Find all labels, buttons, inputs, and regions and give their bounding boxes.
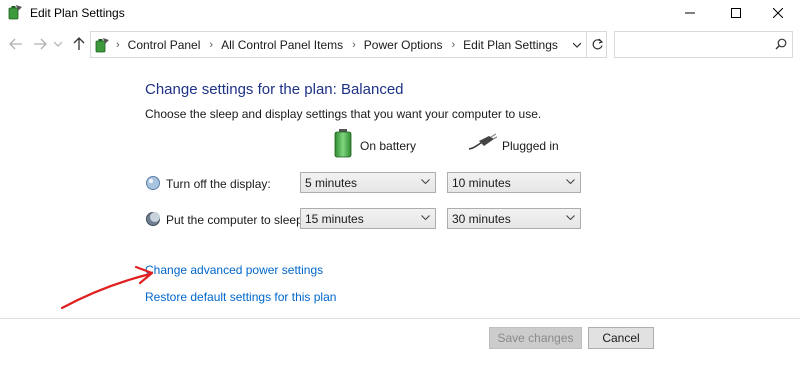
edit-plan-settings-window: Edit Plan Settings › Control Panel › All… [0, 0, 800, 392]
chevron-down-icon [573, 42, 581, 48]
chevron-down-icon [421, 215, 430, 221]
search-icon[interactable] [775, 38, 787, 53]
display-off-battery-select[interactable]: 5 minutes [300, 172, 436, 193]
navigation-bar: › Control Panel › All Control Panel Item… [0, 28, 800, 62]
recent-locations-button[interactable] [52, 35, 64, 53]
breadcrumb-separator-icon[interactable]: › [116, 39, 120, 51]
column-on-battery: On battery [360, 139, 417, 153]
breadcrumb-edit-plan-settings[interactable]: Edit Plan Settings [463, 38, 558, 52]
back-button[interactable] [7, 35, 25, 53]
maximize-icon [731, 8, 741, 18]
battery-icon [333, 128, 353, 161]
sleep-plugged-select[interactable]: 30 minutes [447, 208, 581, 229]
up-arrow-icon [73, 37, 85, 50]
display-off-plugged-select[interactable]: 10 minutes [447, 172, 581, 193]
annotation-arrow-icon [60, 265, 154, 310]
refresh-icon [592, 38, 603, 50]
close-button[interactable] [756, 0, 800, 26]
advanced-power-settings-link[interactable]: Change advanced power settings [145, 263, 323, 277]
breadcrumb-separator-icon[interactable]: › [209, 39, 213, 51]
footer-divider [0, 318, 800, 319]
breadcrumb-separator-icon[interactable]: › [352, 39, 356, 51]
restore-defaults-link[interactable]: Restore default settings for this plan [145, 290, 336, 304]
minimize-icon [685, 12, 695, 14]
breadcrumb-separator-icon[interactable]: › [452, 39, 456, 51]
sleep-label: Put the computer to sleep: [166, 213, 307, 227]
page-description: Choose the sleep and display settings th… [145, 107, 542, 121]
forward-arrow-icon [34, 38, 47, 50]
save-changes-button[interactable]: Save changes [489, 327, 582, 349]
cancel-button[interactable]: Cancel [588, 327, 654, 349]
power-plan-icon [7, 4, 23, 20]
breadcrumb: › Control Panel › All Control Panel Item… [113, 32, 558, 57]
column-plugged-in: Plugged in [502, 139, 559, 153]
sleep-battery-select[interactable]: 15 minutes [300, 208, 436, 229]
page-heading: Change settings for the plan: Balanced [145, 81, 404, 98]
breadcrumb-power-options[interactable]: Power Options [364, 38, 443, 52]
minimize-button[interactable] [668, 0, 712, 26]
select-value: 5 minutes [305, 176, 358, 190]
window-title: Edit Plan Settings [30, 6, 125, 20]
control-panel-icon [94, 37, 110, 53]
breadcrumb-all-items[interactable]: All Control Panel Items [221, 38, 343, 52]
sleep-moon-icon [145, 211, 161, 227]
refresh-button[interactable] [586, 32, 607, 57]
chevron-down-icon [421, 179, 430, 185]
back-arrow-icon [9, 38, 22, 50]
select-value: 10 minutes [452, 176, 511, 190]
search-input[interactable] [619, 35, 769, 54]
close-icon [773, 8, 783, 18]
chevron-down-icon [566, 215, 575, 221]
address-history-button[interactable] [569, 32, 585, 57]
maximize-button[interactable] [714, 0, 758, 26]
title-bar: Edit Plan Settings [0, 0, 800, 26]
display-icon [145, 175, 161, 191]
forward-button[interactable] [31, 35, 49, 53]
select-value: 30 minutes [452, 212, 511, 226]
search-box[interactable] [614, 31, 793, 58]
address-bar[interactable]: › Control Panel › All Control Panel Item… [90, 31, 607, 58]
up-button[interactable] [70, 35, 88, 53]
turn-off-display-label: Turn off the display: [166, 177, 271, 191]
select-value: 15 minutes [305, 212, 364, 226]
breadcrumb-control-panel[interactable]: Control Panel [128, 38, 201, 52]
chevron-down-icon [566, 179, 575, 185]
plug-icon [467, 133, 498, 156]
chevron-down-icon [54, 41, 62, 47]
